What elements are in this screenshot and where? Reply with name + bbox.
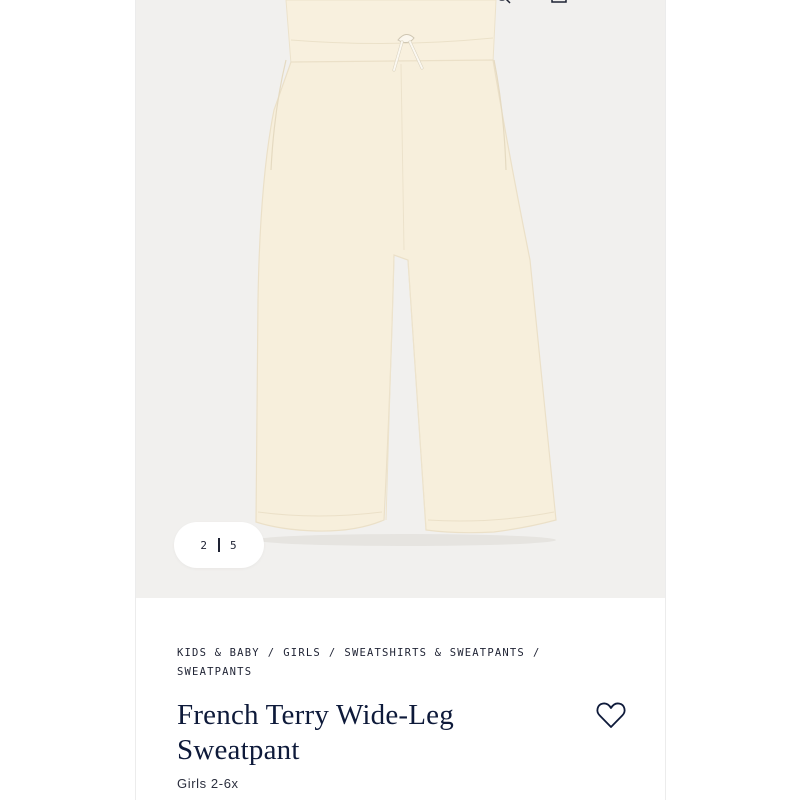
breadcrumb: KIDS & BABY / GIRLS / SWEATSHIRTS & SWEATPAN…	[177, 644, 597, 682]
breadcrumb-separator: /	[267, 647, 276, 659]
breadcrumb-kids-baby[interactable]: KIDS & BABY	[177, 647, 260, 659]
product-page: 2 5 KIDS & BABY / GIRLS / SWEATSHIRTS & SWEA…	[0, 0, 800, 800]
header-icons	[496, 0, 576, 4]
current-image-index: 2	[200, 538, 208, 552]
product-details: KIDS & BABY / GIRLS / SWEATSHIRTS & SWEATPAN…	[177, 644, 627, 791]
product-subtitle: Girls 2-6x	[177, 776, 239, 791]
image-counter: 2 5	[174, 522, 264, 568]
breadcrumb-girls[interactable]: GIRLS	[283, 647, 321, 659]
total-image-count: 5	[230, 538, 238, 552]
wishlist-button[interactable]	[595, 700, 627, 730]
product-image	[136, 0, 665, 598]
search-icon[interactable]	[497, 0, 511, 4]
breadcrumb-separator: /	[532, 647, 541, 659]
breadcrumb-sweatpants[interactable]: SWEATPANTS	[177, 666, 252, 678]
heart-icon	[596, 702, 626, 728]
product-panel: 2 5 KIDS & BABY / GIRLS / SWEATSHIRTS & SWEA…	[135, 0, 666, 800]
bag-icon[interactable]	[551, 0, 567, 3]
product-title: French Terry Wide-Leg Sweatpant	[177, 699, 454, 766]
breadcrumb-sweatshirts-sweatpants[interactable]: SWEATSHIRTS & SWEATPANTS	[344, 647, 525, 659]
breadcrumb-separator: /	[328, 647, 337, 659]
counter-divider	[218, 538, 220, 552]
image-gallery[interactable]: 2 5	[136, 0, 665, 598]
